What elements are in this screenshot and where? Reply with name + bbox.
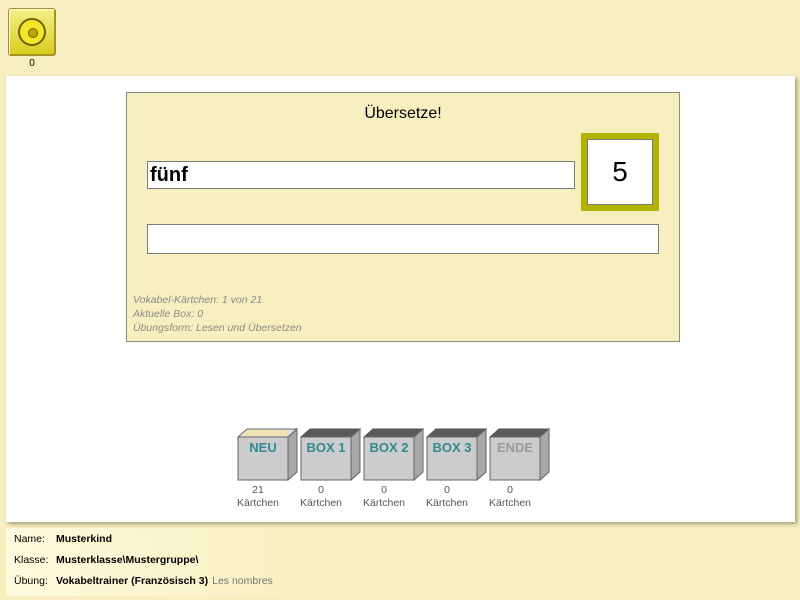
card-title: Übersetze! xyxy=(364,105,442,122)
box-label: BOX 2 xyxy=(369,440,409,455)
exercise-label: Übung: xyxy=(14,575,48,587)
exercise-extra: Les nombres xyxy=(212,575,273,587)
answer-input[interactable] xyxy=(147,224,659,254)
name-label: Name: xyxy=(14,533,45,545)
top-bar: 0 xyxy=(0,0,800,72)
box-count: 0 Kärtchen xyxy=(425,484,469,509)
card-info-box: Aktuelle Box: 0 xyxy=(133,308,204,320)
card-info-progress: Vokabel-Kärtchen: 1 von 21 xyxy=(133,294,263,306)
box-count: 21 Kärtchen xyxy=(236,484,280,509)
number-box: 5 xyxy=(581,133,659,211)
box-label: NEU xyxy=(249,440,277,455)
box-count: 0 Kärtchen xyxy=(299,484,343,509)
box-neu[interactable]: NEU 21 Kärtchen xyxy=(237,428,299,509)
coin-icon xyxy=(18,18,46,46)
footer-exercise-row: Übung: Vokabeltrainer (Französisch 3) Les … xyxy=(14,573,273,589)
box-3-icon xyxy=(426,428,488,482)
word-field: fünf xyxy=(147,161,575,189)
class-label: Klasse: xyxy=(14,554,49,566)
box-3[interactable]: BOX 3 0 Kärtchen xyxy=(426,428,488,509)
box-label: BOX 3 xyxy=(432,440,472,455)
main-panel: Übersetze! fünf 5 Vokabel-Kärtchen: 1 vo… xyxy=(6,76,795,522)
card-info: Vokabel-Kärtchen: 1 von 21 Aktuelle Box:… xyxy=(133,293,302,335)
footer-name-row: Name: Musterkind xyxy=(14,531,112,547)
box-label: ENDE xyxy=(496,440,534,455)
box-1[interactable]: BOX 1 0 Kärtchen xyxy=(300,428,362,509)
name-value: Musterkind xyxy=(56,533,113,545)
box-2-icon xyxy=(363,428,425,482)
number-value: 5 xyxy=(587,139,653,205)
box-neu-icon xyxy=(237,428,299,482)
footer-info: Name: Musterkind Klasse: Musterklasse\Must… xyxy=(6,528,326,596)
box-1-icon xyxy=(300,428,362,482)
coin-button[interactable] xyxy=(8,8,56,56)
vocab-card: Übersetze! fünf 5 Vokabel-Kärtchen: 1 vo… xyxy=(126,92,680,342)
exercise-value: Vokabeltrainer (Französisch 3) xyxy=(56,575,209,587)
class-value: Musterklasse\Mustergruppe\ xyxy=(56,554,199,566)
box-count: 0 Kärtchen xyxy=(488,484,532,509)
footer-class-row: Klasse: Musterklasse\Mustergruppe\ xyxy=(14,552,198,568)
box-ende-icon xyxy=(489,428,551,482)
coin-count: 0 xyxy=(29,58,35,69)
card-info-mode: Übungsform: Lesen und Übersetzen xyxy=(133,322,302,334)
box-ende[interactable]: ENDE 0 Kärtchen xyxy=(489,428,551,509)
box-count: 0 Kärtchen xyxy=(362,484,406,509)
box-2[interactable]: BOX 2 0 Kärtchen xyxy=(363,428,425,509)
box-label: BOX 1 xyxy=(306,440,346,455)
